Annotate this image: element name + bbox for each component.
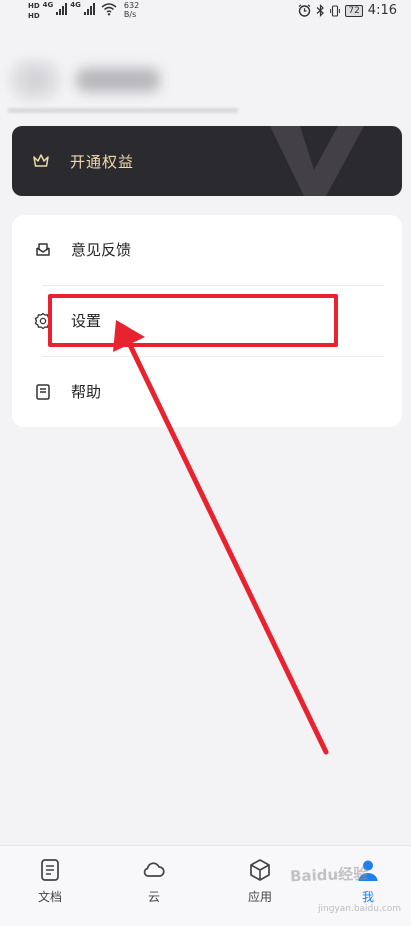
hd-indicators: HD HD — [28, 1, 40, 21]
hd-badge-2: HD — [28, 12, 40, 20]
menu-item-label: 帮助 — [71, 383, 102, 401]
tab-label: 应用 — [247, 890, 272, 904]
network-speed: 632 B/s — [124, 1, 139, 19]
profile-underline — [8, 108, 238, 113]
hd-badge-1: HD — [28, 2, 40, 10]
user-name-redacted — [76, 68, 160, 92]
tab-label: 我 — [361, 890, 374, 904]
signal-icon — [56, 3, 68, 15]
cube-icon — [250, 859, 270, 881]
watermark-url: jingyan.baidu.com — [318, 904, 402, 914]
crown-icon — [33, 154, 49, 167]
tab-label: 文档 — [37, 890, 62, 904]
battery-indicator: 72 — [345, 4, 363, 17]
document-icon — [41, 859, 59, 881]
avatar[interactable] — [8, 58, 62, 102]
feedback-icon — [36, 243, 50, 256]
watermark: Baidu经验 — [289, 864, 369, 886]
vip-banner[interactable]: 开通权益 — [12, 126, 402, 196]
vibrate-icon — [330, 4, 341, 17]
vip-v-logo-decoration — [270, 126, 364, 196]
alarm-icon — [298, 4, 311, 17]
status-right: 72 4:16 — [298, 3, 397, 18]
bluetooth-icon — [316, 4, 325, 17]
signal-icon-2 — [83, 3, 95, 15]
status-bar: HD HD 4G 4G 632 B/s 72 4:16 — [0, 0, 411, 26]
network-type-1: 4G — [42, 1, 54, 9]
network-speed-value: 632 — [123, 1, 140, 10]
clock: 4:16 — [367, 3, 397, 18]
menu-item-feedback[interactable]: 意见反馈 — [12, 215, 402, 285]
wifi-icon — [101, 3, 117, 16]
tab-label: 云 — [147, 890, 160, 904]
network-type-2: 4G — [70, 1, 81, 9]
cloud-icon — [143, 862, 165, 877]
status-left: HD HD 4G 4G 632 B/s — [28, 1, 139, 21]
network-speed-unit: B/s — [123, 10, 137, 19]
vip-label: 开通权益 — [70, 153, 135, 171]
tab-documents[interactable]: 文档 — [0, 846, 100, 916]
user-profile[interactable] — [8, 52, 238, 114]
annotation-highlight-box — [48, 294, 338, 347]
menu-item-label: 意见反馈 — [71, 241, 132, 259]
help-doc-icon — [36, 384, 50, 400]
menu-item-help[interactable]: 帮助 — [12, 357, 402, 427]
tab-cloud[interactable]: 云 — [104, 846, 204, 916]
